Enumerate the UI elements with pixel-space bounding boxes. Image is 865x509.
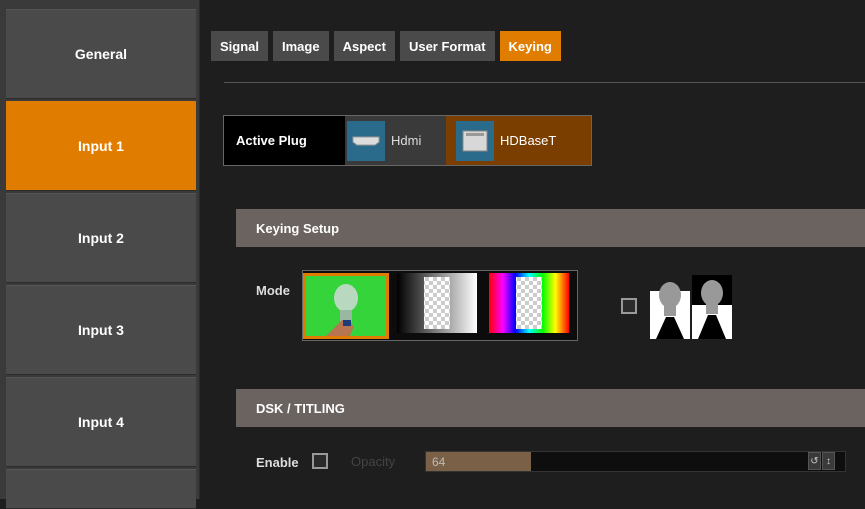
keying-mode-group bbox=[302, 270, 578, 341]
sidebar-item-input-4[interactable]: Input 4 bbox=[6, 377, 196, 467]
opacity-spinner[interactable]: ↕ bbox=[822, 452, 835, 470]
opacity-label: Opacity bbox=[351, 454, 396, 469]
enable-checkbox[interactable] bbox=[312, 453, 328, 469]
active-plug-label: Active Plug bbox=[236, 133, 307, 148]
dsk-titling-header: DSK / TITLING bbox=[236, 389, 865, 427]
tab-aspect[interactable]: Aspect bbox=[333, 31, 395, 61]
tab-keying[interactable]: Keying bbox=[499, 31, 561, 61]
plug-hdbaset-button[interactable]: HDBaseT bbox=[446, 116, 591, 165]
sidebar-item-label: Input 1 bbox=[78, 138, 124, 154]
tab-image[interactable]: Image bbox=[273, 31, 329, 61]
rj45-port-icon bbox=[456, 120, 494, 161]
tab-divider bbox=[224, 82, 865, 83]
dsk-titling-title: DSK / TITLING bbox=[256, 400, 345, 416]
sidebar-item-more[interactable] bbox=[6, 469, 196, 509]
mode-label: Mode bbox=[256, 283, 290, 298]
active-plug-group: Active Plug Hdmi HDBaseT bbox=[223, 115, 592, 166]
luma-key-icon bbox=[397, 273, 477, 333]
mode-color-button[interactable] bbox=[489, 273, 575, 339]
sidebar-item-label: Input 3 bbox=[78, 322, 124, 338]
sidebar-item-label: Input 2 bbox=[78, 230, 124, 246]
opacity-value: 64 bbox=[432, 455, 446, 469]
chroma-key-icon bbox=[306, 276, 386, 336]
sidebar-item-input-2[interactable]: Input 2 bbox=[6, 193, 196, 283]
color-key-icon bbox=[489, 273, 569, 333]
tab-bar: Signal Image Aspect User Format Keying bbox=[211, 31, 561, 61]
mode-luma-button[interactable] bbox=[397, 273, 483, 339]
hdmi-port-icon bbox=[347, 120, 385, 161]
enable-label: Enable bbox=[256, 455, 299, 470]
invert-key-icon bbox=[650, 275, 732, 344]
sidebar: General Input 1 Input 2 Input 3 Input 4 bbox=[0, 0, 200, 509]
keying-setup-header: Keying Setup bbox=[236, 209, 865, 247]
opacity-reset-button[interactable]: ↺ bbox=[808, 452, 821, 470]
sidebar-item-general[interactable]: General bbox=[6, 9, 196, 99]
sidebar-item-input-1[interactable]: Input 1 bbox=[6, 101, 196, 191]
tab-user-format[interactable]: User Format bbox=[399, 31, 495, 61]
sidebar-item-label: Input 4 bbox=[78, 414, 124, 430]
tab-signal[interactable]: Signal bbox=[211, 31, 269, 61]
plug-hdmi-label: Hdmi bbox=[391, 133, 422, 148]
mode-chroma-button[interactable] bbox=[303, 273, 389, 339]
keying-setup-title: Keying Setup bbox=[256, 220, 340, 236]
plug-hdbaset-label: HDBaseT bbox=[500, 133, 557, 148]
invert-key-checkbox[interactable] bbox=[621, 298, 637, 314]
sidebar-item-label: General bbox=[74, 46, 128, 62]
opacity-slider[interactable]: 64 bbox=[425, 451, 846, 472]
sidebar-item-input-3[interactable]: Input 3 bbox=[6, 285, 196, 375]
plug-hdmi-button[interactable]: Hdmi bbox=[345, 116, 446, 165]
